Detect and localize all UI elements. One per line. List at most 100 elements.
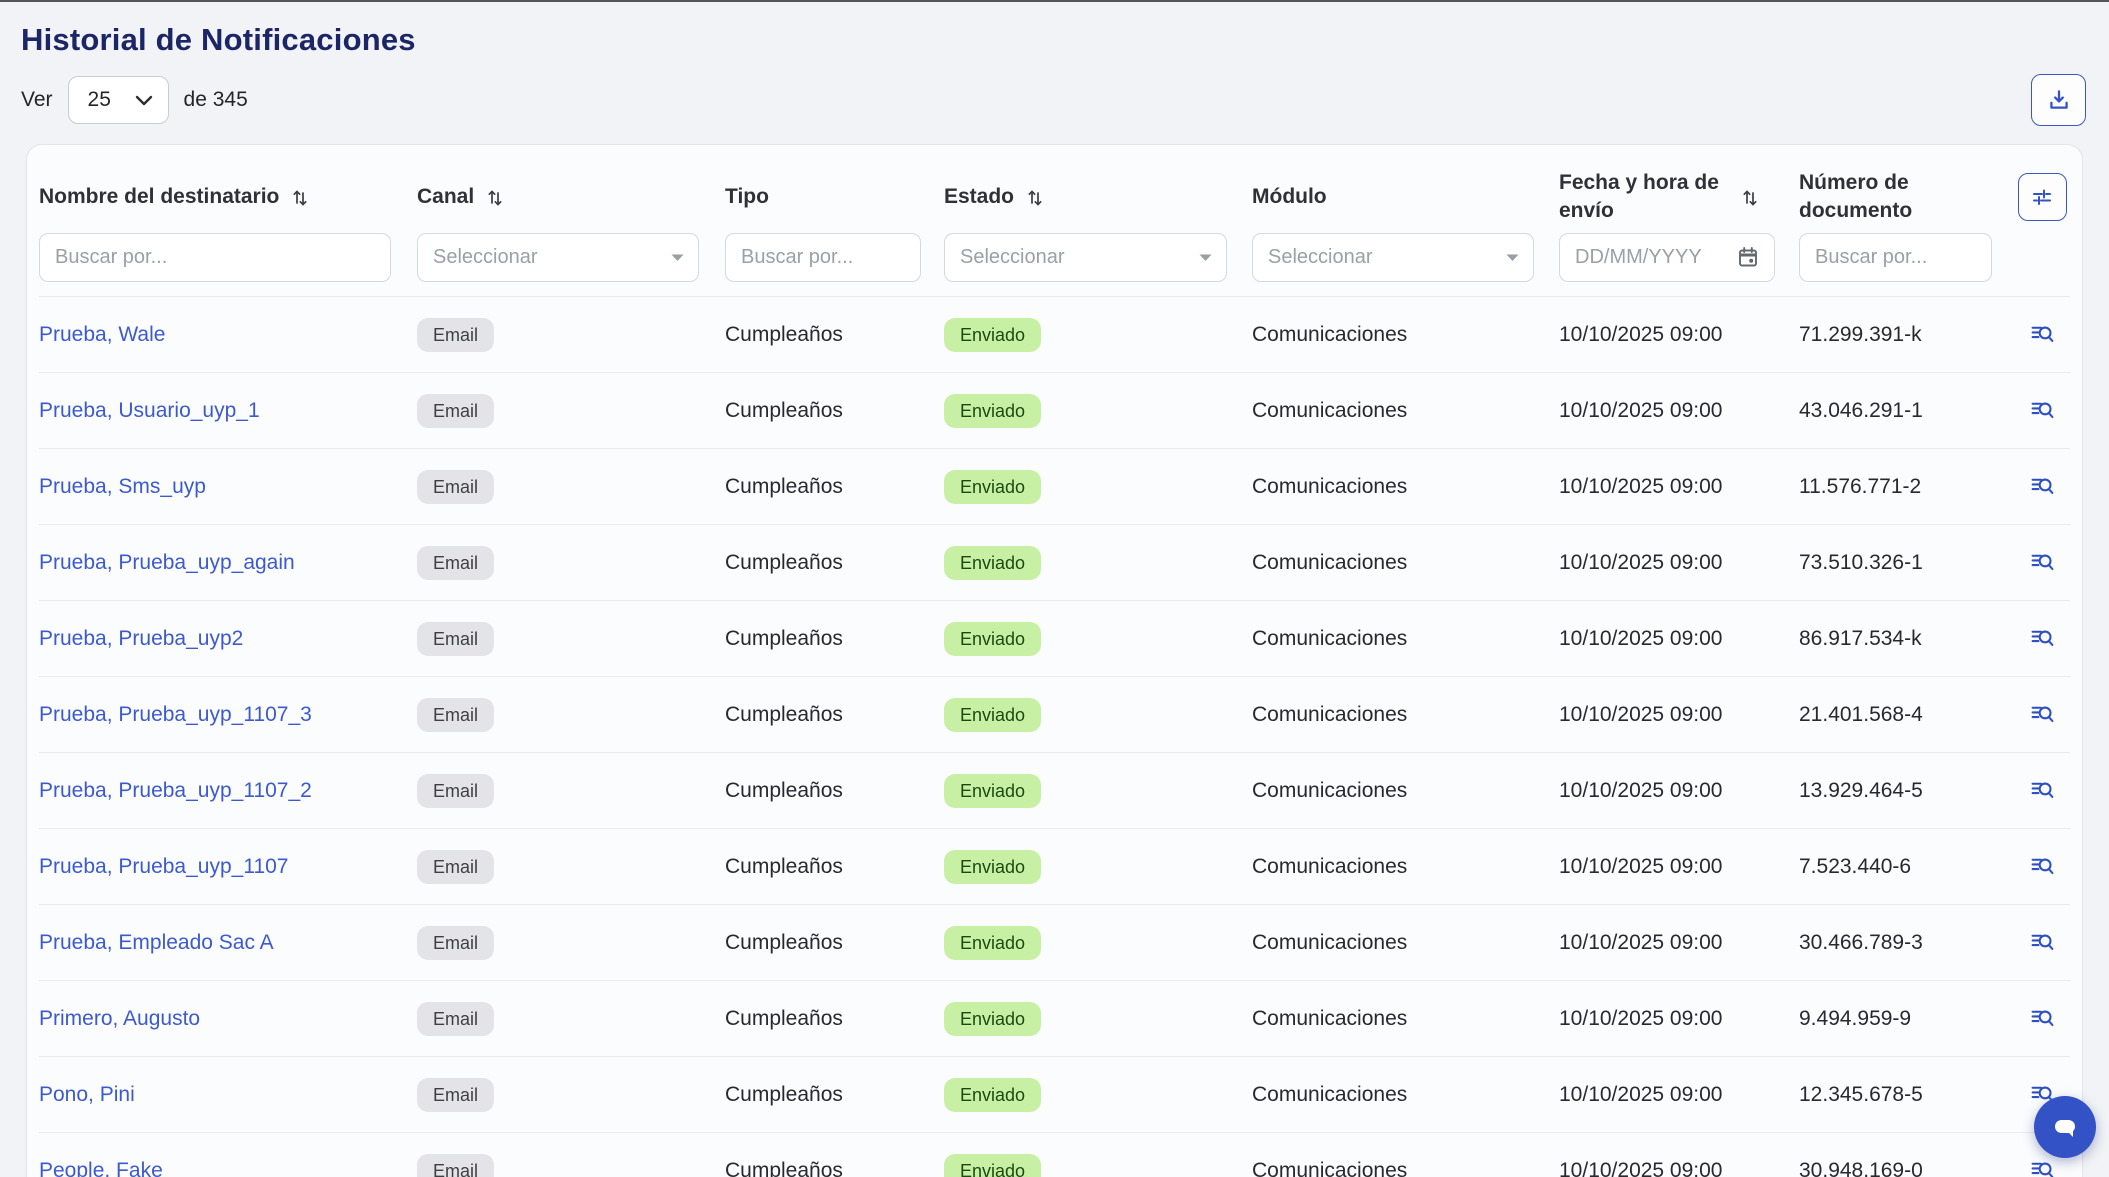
datetime-cell: 10/10/2025 09:00	[1559, 1159, 1799, 1177]
view-details-button[interactable]	[2014, 321, 2070, 348]
channel-badge: Email	[417, 698, 494, 732]
table-row: People, Fake Email Cumpleaños Enviado Co…	[39, 1133, 2070, 1177]
list-search-icon	[2029, 397, 2056, 424]
module-cell: Comunicaciones	[1252, 703, 1559, 727]
view-details-button[interactable]	[2014, 1005, 2070, 1032]
view-details-button[interactable]	[2014, 397, 2070, 424]
module-cell: Comunicaciones	[1252, 475, 1559, 499]
filter-date-placeholder: DD/MM/YYYY	[1575, 246, 1702, 269]
channel-badge: Email	[417, 1002, 494, 1036]
filter-select-estado[interactable]: Seleccionar	[944, 233, 1227, 282]
recipient-name-link[interactable]: Pono, Pini	[39, 1083, 135, 1106]
filter-select-estado-placeholder: Seleccionar	[960, 246, 1065, 269]
type-cell: Cumpleaños	[725, 1083, 944, 1107]
datetime-cell: 10/10/2025 09:00	[1559, 627, 1799, 651]
datetime-cell: 10/10/2025 09:00	[1559, 703, 1799, 727]
datetime-cell: 10/10/2025 09:00	[1559, 1007, 1799, 1031]
filter-select-modulo[interactable]: Seleccionar	[1252, 233, 1534, 282]
module-cell: Comunicaciones	[1252, 1083, 1559, 1107]
type-cell: Cumpleaños	[725, 931, 944, 955]
document-number-cell: 13.929.464-5	[1799, 779, 2014, 803]
list-search-icon	[2029, 701, 2056, 728]
sort-arrows-icon[interactable]	[1025, 187, 1045, 208]
chat-launcher-button[interactable]	[2034, 1096, 2096, 1158]
channel-badge: Email	[417, 1154, 494, 1177]
filter-input-documento[interactable]	[1799, 233, 1992, 282]
channel-badge: Email	[417, 850, 494, 884]
list-search-icon	[2029, 473, 2056, 500]
recipient-name-link[interactable]: Prueba, Prueba_uyp_1107	[39, 855, 288, 878]
sort-arrows-icon[interactable]	[290, 187, 310, 208]
calendar-icon	[1736, 245, 1760, 270]
recipient-name-link[interactable]: Primero, Augusto	[39, 1007, 200, 1030]
column-header-tipo: Tipo	[725, 183, 769, 211]
recipient-name-link[interactable]: Prueba, Prueba_uyp_1107_2	[39, 779, 312, 802]
datetime-cell: 10/10/2025 09:00	[1559, 551, 1799, 575]
recipient-name-link[interactable]: Prueba, Prueba_uyp2	[39, 627, 243, 650]
table-row: Prueba, Prueba_uyp_1107_2 Email Cumpleañ…	[39, 753, 2070, 829]
datetime-cell: 10/10/2025 09:00	[1559, 475, 1799, 499]
document-number-cell: 7.523.440-6	[1799, 855, 2014, 879]
chevron-down-icon	[1199, 254, 1212, 262]
filter-select-canal[interactable]: Seleccionar	[417, 233, 699, 282]
recipient-name-link[interactable]: Prueba, Wale	[39, 323, 165, 346]
filter-date-fecha[interactable]: DD/MM/YYYY	[1559, 233, 1775, 282]
list-search-icon	[2029, 321, 2056, 348]
sort-arrows-icon[interactable]	[1740, 187, 1760, 208]
page-size-select[interactable]: 25	[68, 76, 169, 124]
view-details-button[interactable]	[2014, 853, 2070, 880]
document-number-cell: 86.917.534-k	[1799, 627, 2014, 651]
channel-badge: Email	[417, 546, 494, 580]
module-cell: Comunicaciones	[1252, 399, 1559, 423]
view-details-button[interactable]	[2014, 701, 2070, 728]
filter-select-canal-placeholder: Seleccionar	[433, 246, 538, 269]
filter-input-nombre[interactable]	[39, 233, 391, 282]
status-badge: Enviado	[944, 546, 1041, 580]
table-row: Primero, Augusto Email Cumpleaños Enviad…	[39, 981, 2070, 1057]
channel-badge: Email	[417, 1078, 494, 1112]
recipient-name-link[interactable]: Prueba, Prueba_uyp_1107_3	[39, 703, 312, 726]
view-details-button[interactable]	[2014, 1157, 2070, 1177]
document-number-cell: 43.046.291-1	[1799, 399, 2014, 423]
sort-arrows-icon[interactable]	[485, 187, 505, 208]
channel-badge: Email	[417, 394, 494, 428]
view-details-button[interactable]	[2014, 929, 2070, 956]
table-row: Prueba, Usuario_uyp_1 Email Cumpleaños E…	[39, 373, 2070, 449]
document-number-cell: 71.299.391-k	[1799, 323, 2014, 347]
table-row: Pono, Pini Email Cumpleaños Enviado Comu…	[39, 1057, 2070, 1133]
list-search-icon	[2029, 1005, 2056, 1032]
column-settings-button[interactable]	[2018, 173, 2067, 221]
document-number-cell: 12.345.678-5	[1799, 1083, 2014, 1107]
recipient-name-link[interactable]: Prueba, Usuario_uyp_1	[39, 399, 260, 422]
total-count-label: de 345	[184, 88, 248, 112]
module-cell: Comunicaciones	[1252, 931, 1559, 955]
status-badge: Enviado	[944, 698, 1041, 732]
document-number-cell: 21.401.568-4	[1799, 703, 2014, 727]
view-details-button[interactable]	[2014, 549, 2070, 576]
channel-badge: Email	[417, 622, 494, 656]
download-tray-icon	[2046, 87, 2072, 113]
channel-badge: Email	[417, 926, 494, 960]
datetime-cell: 10/10/2025 09:00	[1559, 1083, 1799, 1107]
type-cell: Cumpleaños	[725, 475, 944, 499]
status-badge: Enviado	[944, 394, 1041, 428]
column-header-modulo: Módulo	[1252, 183, 1327, 211]
column-header-canal: Canal	[417, 183, 474, 211]
view-details-button[interactable]	[2014, 625, 2070, 652]
table-header: Nombre del destinatario Canal Tipo Estad…	[39, 145, 2070, 297]
channel-badge: Email	[417, 774, 494, 808]
view-details-button[interactable]	[2014, 777, 2070, 804]
recipient-name-link[interactable]: People, Fake	[39, 1159, 163, 1177]
filter-input-tipo[interactable]	[725, 233, 921, 282]
recipient-name-link[interactable]: Prueba, Prueba_uyp_again	[39, 551, 295, 574]
recipient-name-link[interactable]: Prueba, Empleado Sac A	[39, 931, 274, 954]
table-row: Prueba, Prueba_uyp_1107 Email Cumpleaños…	[39, 829, 2070, 905]
list-search-icon	[2029, 549, 2056, 576]
column-header-documento: Número de documento	[1799, 169, 1959, 226]
view-details-button[interactable]	[2014, 473, 2070, 500]
page-size-control: Ver 25 de 345	[21, 76, 248, 124]
download-button[interactable]	[2031, 74, 2086, 126]
status-badge: Enviado	[944, 850, 1041, 884]
recipient-name-link[interactable]: Prueba, Sms_uyp	[39, 475, 206, 498]
window-top-edge	[0, 0, 2109, 2]
